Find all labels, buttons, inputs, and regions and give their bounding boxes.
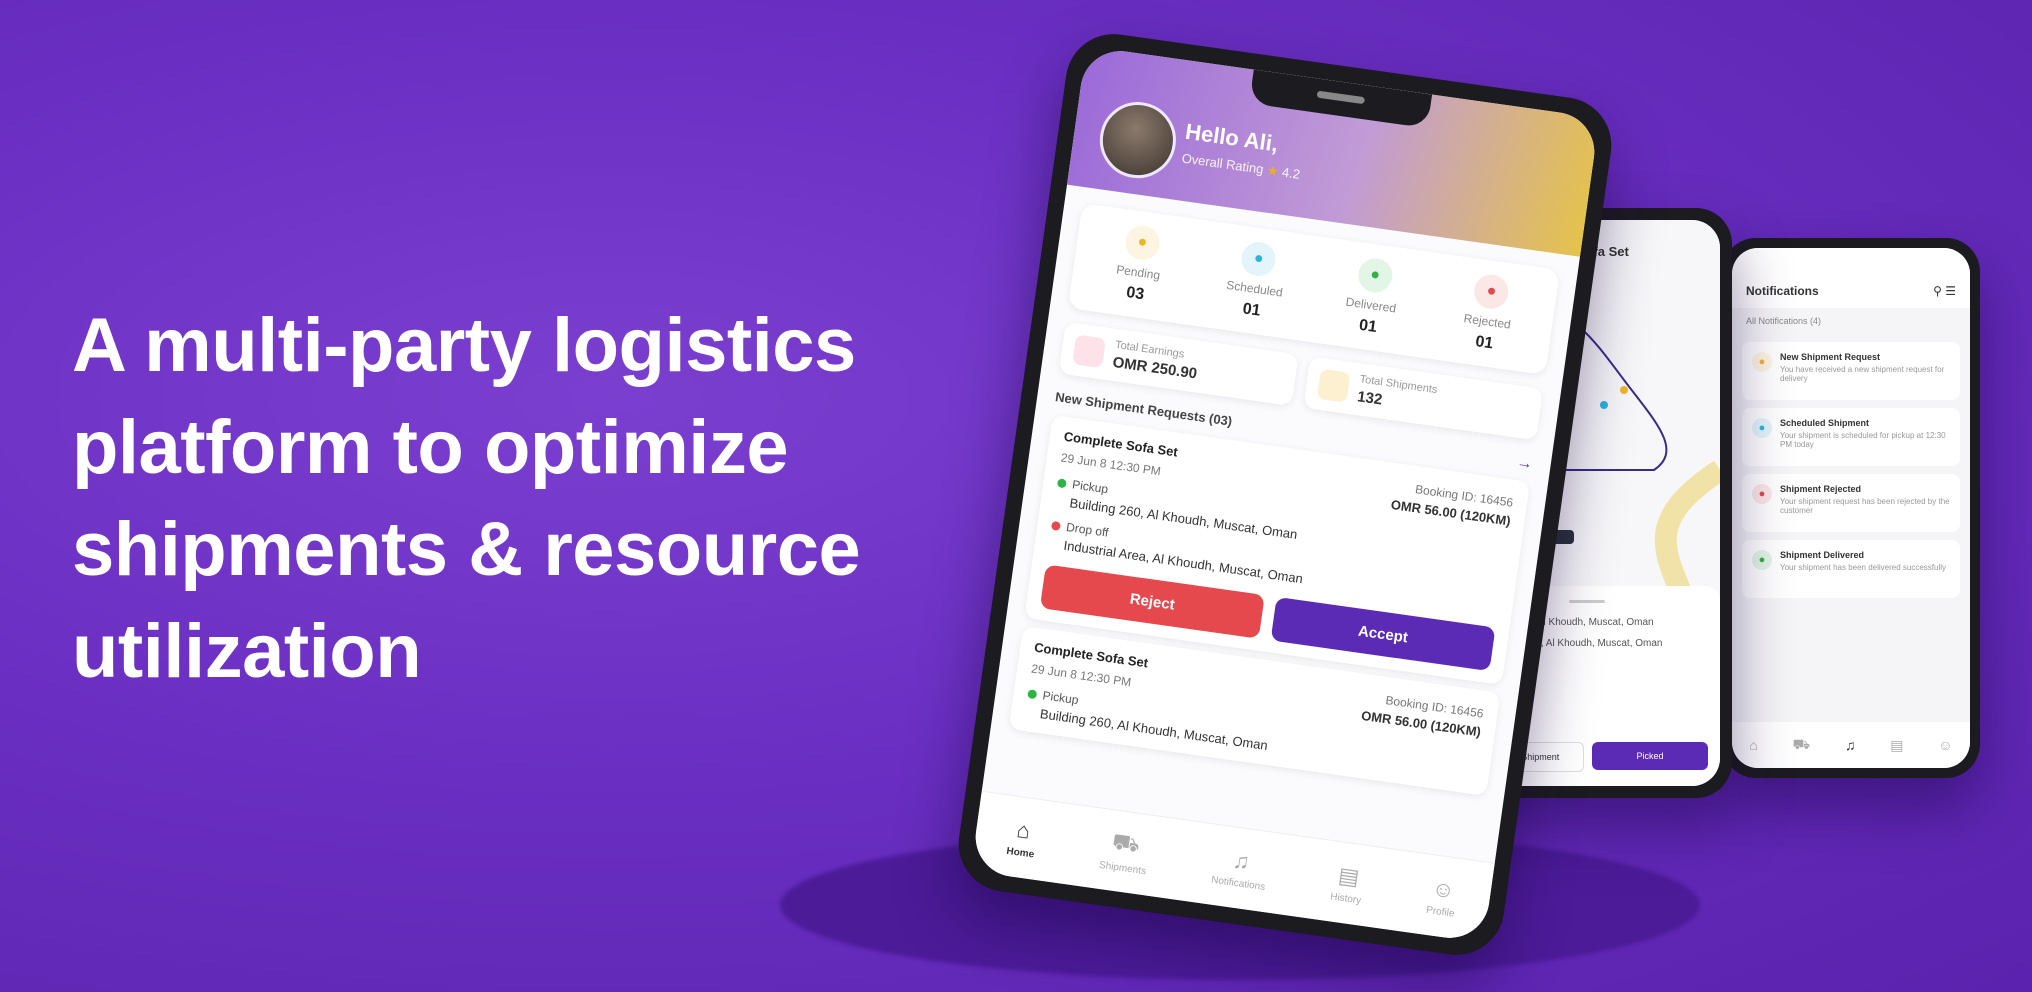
rating: Overall Rating ★ 4.2 (1180, 150, 1302, 182)
calendar-icon: ● (1239, 239, 1278, 279)
calendar-icon: ● (1752, 418, 1772, 438)
truck-icon: ⛟ (1110, 828, 1142, 858)
tab-history[interactable]: ▤ History (1330, 861, 1367, 906)
notification-item[interactable]: ● Shipment Rejected Your shipment reques… (1742, 474, 1960, 532)
picked-button[interactable]: Picked (1592, 742, 1708, 770)
package-icon (1316, 368, 1351, 403)
home-icon[interactable]: ⌂ (1749, 737, 1757, 753)
tab-shipments[interactable]: ⛟ Shipments (1098, 827, 1151, 877)
tab-notifications[interactable]: ♫ Notifications (1210, 844, 1270, 893)
stat-scheduled[interactable]: ● Scheduled 01 (1194, 234, 1317, 327)
box-icon: ● (1752, 352, 1772, 372)
cancel-icon: ● (1472, 272, 1511, 311)
dropoff-icon (1050, 521, 1061, 532)
notification-item[interactable]: ● Shipment Delivered Your shipment has b… (1742, 540, 1960, 598)
truck-icon[interactable]: ⛟ (1793, 736, 1811, 755)
profile-icon[interactable]: ☺ (1938, 737, 1952, 753)
truck-icon: ● (1752, 550, 1772, 570)
truck-icon: ● (1355, 256, 1395, 295)
avatar[interactable] (1094, 97, 1181, 183)
pickup-icon (1056, 478, 1067, 489)
tab-bar: ⌂ ⛟ ♫ ▤ ☺ (1732, 722, 1970, 768)
notifications-header: Notifications ⚲ ☰ (1732, 248, 1970, 308)
arrow-right-icon[interactable]: → (1515, 454, 1534, 474)
notifications-screen: Notifications ⚲ ☰ All Notifications (4) … (1732, 248, 1970, 768)
star-icon: ★ (1265, 162, 1280, 179)
history-icon: ▤ (1336, 861, 1361, 890)
pickup-icon (1027, 689, 1038, 700)
stat-pending[interactable]: ● Pending 03 (1078, 218, 1201, 311)
notification-item[interactable]: ● Scheduled Shipment Your shipment is sc… (1742, 408, 1960, 466)
tab-home[interactable]: ⌂ Home (1006, 816, 1039, 860)
home-icon: ⌂ (1015, 816, 1032, 844)
box-icon: ● (1123, 223, 1162, 262)
home-screen: Hello Ali, Overall Rating ★ 4.2 ● Pendin… (970, 46, 1600, 943)
stat-rejected[interactable]: ● Rejected 01 (1427, 267, 1550, 360)
headline: A multi-party logistics platform to opti… (72, 303, 861, 694)
profile-icon: ☺ (1430, 874, 1457, 903)
wallet-icon (1072, 334, 1106, 369)
notification-item[interactable]: ● New Shipment Request You have received… (1742, 342, 1960, 400)
bell-icon[interactable]: ♫ (1845, 737, 1856, 753)
stat-delivered[interactable]: ● Delivered 01 (1311, 251, 1434, 344)
filter-icon[interactable]: ⚲ ☰ (1933, 284, 1956, 298)
notifications-subtitle: All Notifications (4) (1746, 316, 1822, 326)
notifications-phone: Notifications ⚲ ☰ All Notifications (4) … (1722, 238, 1980, 778)
sheet-handle[interactable] (1569, 600, 1605, 603)
notifications-title: Notifications (1746, 284, 1819, 298)
main-phone: Hello Ali, Overall Rating ★ 4.2 ● Pendin… (952, 27, 1618, 962)
tab-profile[interactable]: ☺ Profile (1426, 874, 1460, 919)
bell-icon: ♫ (1231, 846, 1252, 875)
history-icon[interactable]: ▤ (1890, 737, 1903, 754)
cancel-icon: ● (1752, 484, 1772, 504)
